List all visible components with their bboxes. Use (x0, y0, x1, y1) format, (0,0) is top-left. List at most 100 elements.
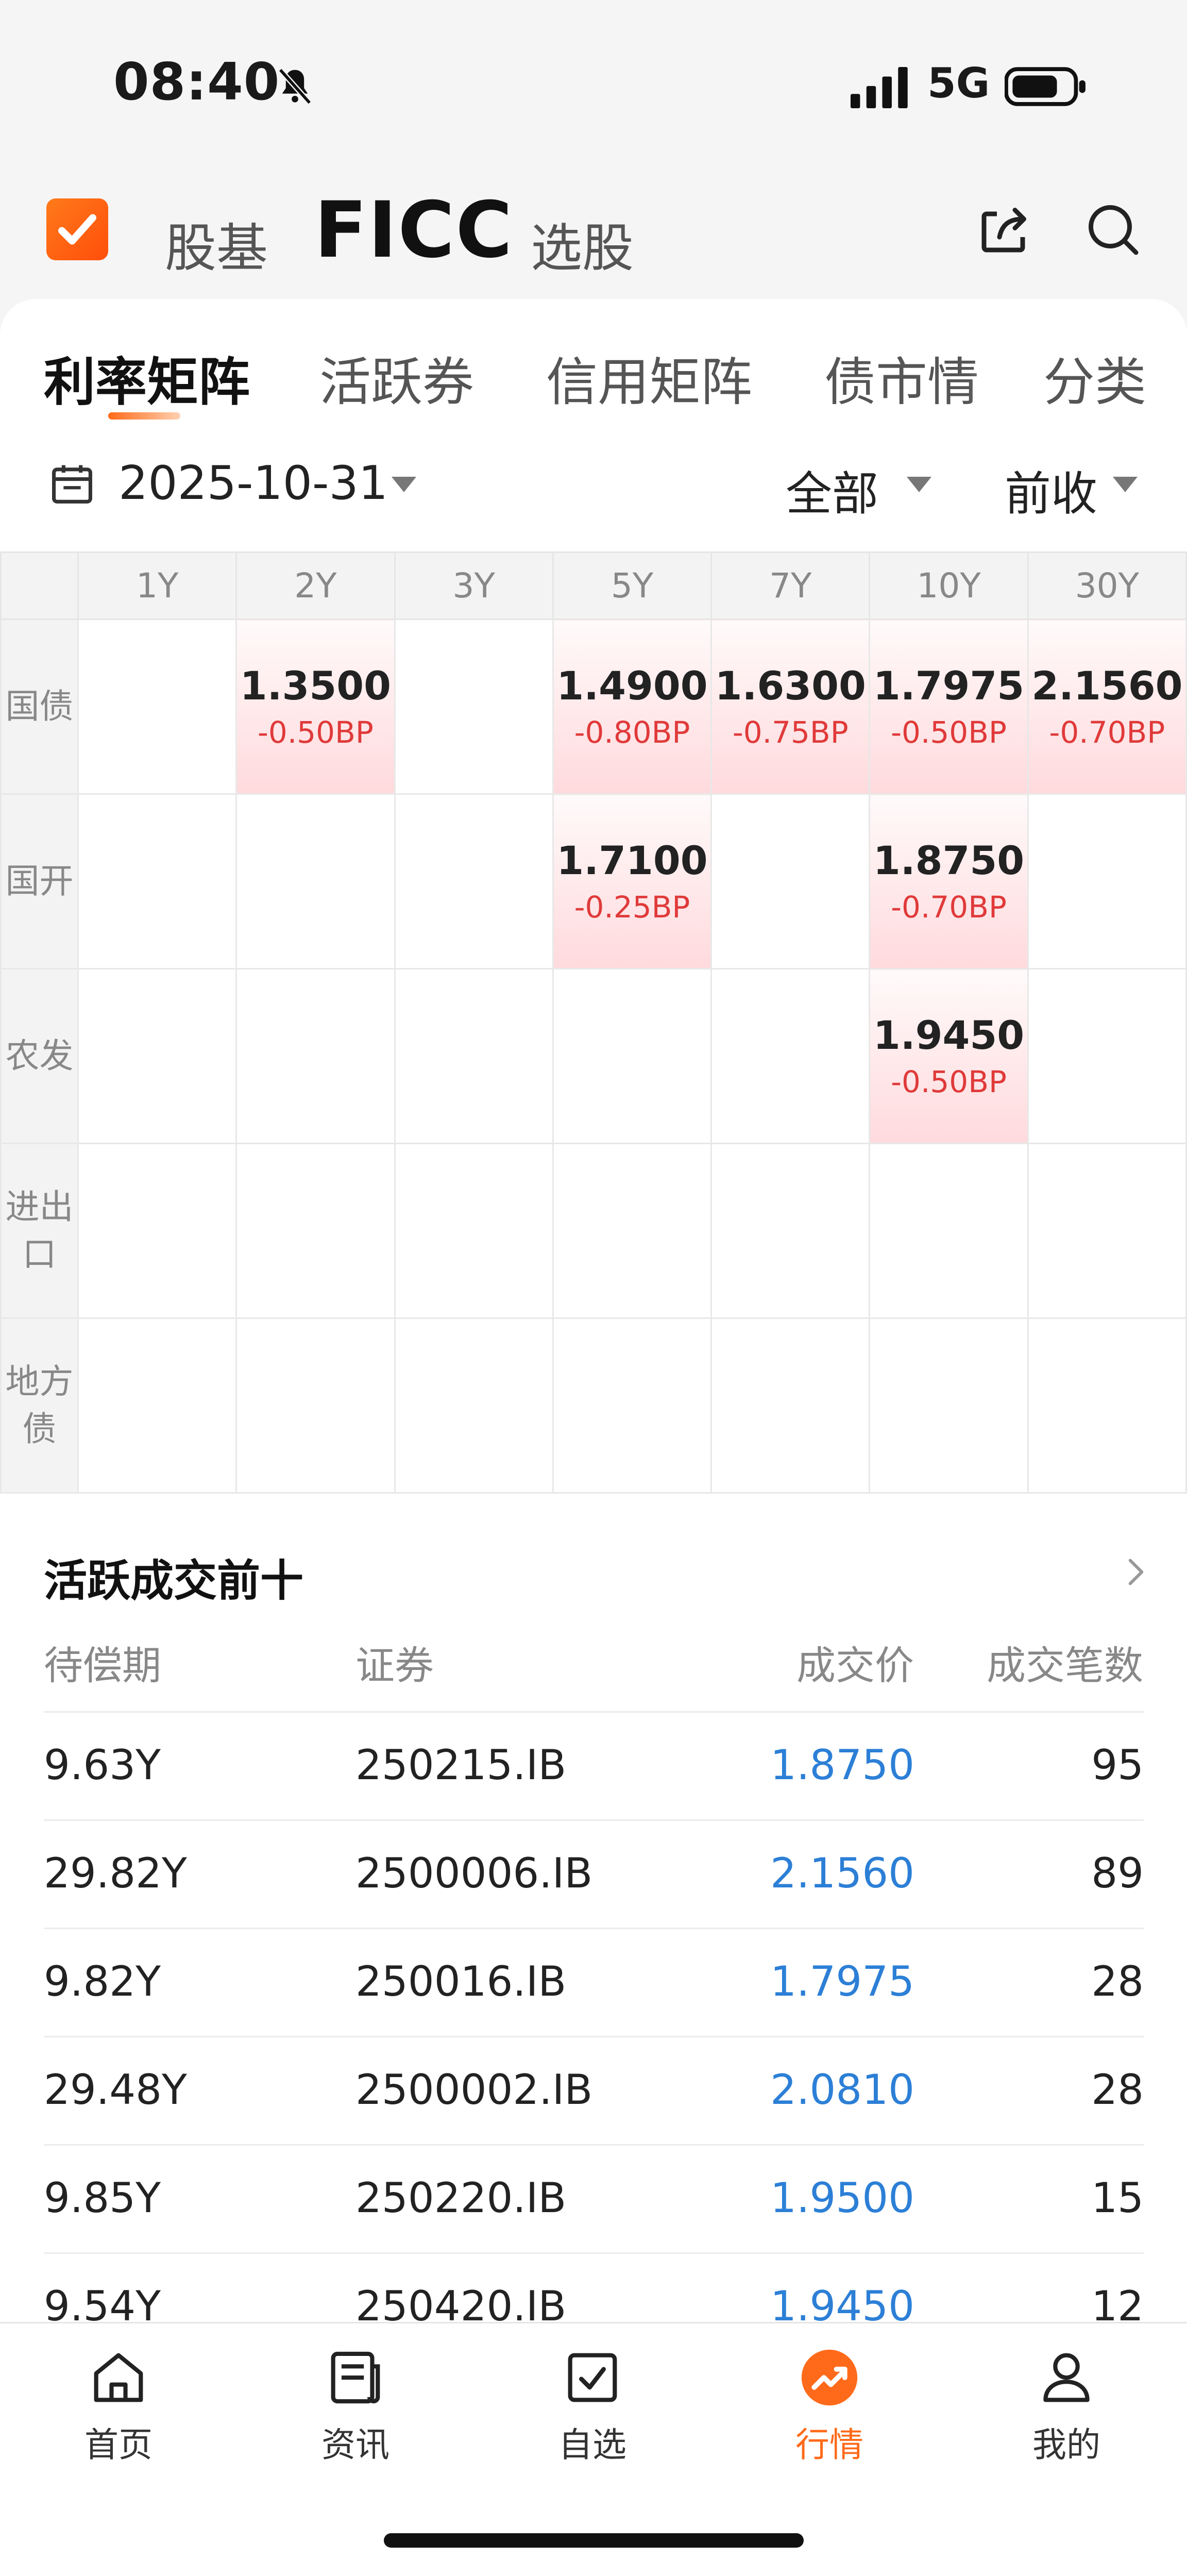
app-logo[interactable] (46, 198, 108, 260)
header-tab-ficc[interactable]: FICC (314, 186, 513, 275)
tab-news[interactable]: 资讯 (278, 2344, 433, 2467)
yield-change: -0.80BP (574, 715, 690, 750)
matrix-cell-empty (1027, 1317, 1187, 1494)
trade-count: 28 (1091, 1958, 1144, 2005)
trade-maturity: 9.63Y (44, 1741, 161, 1789)
trade-price: 2.1560 (770, 1849, 914, 1897)
subtab-active-bonds[interactable]: 活跃券 (319, 340, 474, 415)
trade-row[interactable]: 9.63Y 250215.IB 1.8750 95 (44, 1711, 1144, 1821)
subtab-category[interactable]: 分类 (1043, 340, 1146, 415)
matrix-cell[interactable]: 1.6300 -0.75BP (710, 618, 871, 795)
date-dropdown-icon[interactable] (392, 477, 416, 492)
trade-count: 28 (1091, 2066, 1144, 2114)
status-bar: 08:40 5G (0, 0, 1187, 170)
yield-value: 1.4900 (556, 663, 708, 709)
status-time: 08:40 (113, 52, 280, 112)
trade-security: 2500002.IB (355, 2066, 593, 2114)
matrix-cell-empty (710, 793, 871, 969)
matrix-cell-empty (552, 1143, 713, 1319)
yield-value: 1.9450 (873, 1012, 1025, 1058)
matrix-row-label: 地方债 (0, 1317, 79, 1494)
subtab-bond-sentiment[interactable]: 债市情 (824, 340, 979, 415)
news-icon (331, 2351, 380, 2404)
matrix-col-2y: 2Y (235, 551, 396, 620)
matrix-cell[interactable]: 2.1560 -0.70BP (1027, 618, 1187, 795)
trade-security: 250220.IB (355, 2174, 567, 2222)
trade-security: 250016.IB (355, 1958, 567, 2005)
matrix-row: 农发 1.9450 -0.50BP (0, 968, 1187, 1144)
matrix-cell-empty (235, 968, 396, 1144)
header-tab-stocks[interactable]: 股基 (165, 206, 268, 281)
matrix-cell-empty (1027, 793, 1187, 969)
price-basis-dropdown-icon[interactable] (1113, 477, 1138, 492)
subtab-rate-matrix[interactable]: 利率矩阵 (44, 340, 250, 415)
yield-value: 1.7975 (873, 663, 1025, 709)
matrix-cell[interactable]: 1.4900 -0.80BP (552, 618, 713, 795)
subtab-credit-matrix[interactable]: 信用矩阵 (546, 340, 752, 415)
tab-watchlist[interactable]: 自选 (515, 2344, 670, 2467)
matrix-cell-empty (77, 793, 238, 969)
header-count: 成交笔数 (987, 1643, 1143, 1688)
matrix-cell-empty (394, 1143, 554, 1319)
signal-icon (850, 67, 908, 108)
tab-watchlist-label: 自选 (558, 2425, 626, 2465)
tab-profile[interactable]: 我的 (989, 2344, 1144, 2467)
yield-change: -0.50BP (258, 715, 374, 750)
trade-maturity: 29.48Y (44, 2066, 187, 2114)
yield-change: -0.70BP (891, 890, 1007, 925)
matrix-cell-empty (77, 968, 238, 1144)
trade-price: 1.8750 (770, 1741, 914, 1789)
header-price: 成交价 (796, 1643, 914, 1688)
matrix-cell-empty (394, 618, 554, 795)
matrix-col-7y: 7Y (710, 551, 871, 620)
matrix-cell-empty (235, 1317, 396, 1494)
matrix-col-30y: 30Y (1027, 551, 1187, 620)
matrix-cell[interactable]: 1.8750 -0.70BP (869, 793, 1029, 969)
scope-dropdown-icon[interactable] (907, 477, 931, 492)
matrix-cell-empty (552, 1317, 713, 1494)
rate-matrix-table: 1Y 2Y 3Y 5Y 7Y 10Y 30Y 国债 1.3500 -0.50BP 1.… (0, 551, 1187, 1494)
matrix-corner (0, 551, 79, 620)
chevron-right-icon[interactable] (1123, 1557, 1149, 1587)
matrix-cell[interactable]: 1.7100 -0.25BP (552, 793, 713, 969)
matrix-row-label: 农发 (0, 968, 79, 1144)
matrix-cell-empty (394, 793, 554, 969)
trade-row[interactable]: 9.82Y 250016.IB 1.7975 28 (44, 1928, 1144, 2037)
matrix-cell[interactable]: 1.9450 -0.50BP (869, 968, 1029, 1144)
home-indicator (384, 2533, 804, 2548)
price-basis-filter[interactable]: 前收 (1005, 456, 1097, 523)
matrix-cell-empty (710, 1317, 871, 1494)
tab-home[interactable]: 首页 (41, 2344, 196, 2467)
trade-row[interactable]: 29.82Y 2500006.IB 2.1560 89 (44, 1819, 1144, 1929)
yield-change: -0.75BP (732, 715, 849, 750)
matrix-cell-empty (394, 1317, 554, 1494)
matrix-cell[interactable]: 1.3500 -0.50BP (235, 618, 396, 795)
check-icon (58, 214, 96, 245)
market-icon (801, 2349, 858, 2406)
matrix-cell-empty (869, 1317, 1029, 1494)
matrix-row: 地方债 (0, 1317, 1187, 1494)
matrix-row: 进出口 (0, 1143, 1187, 1319)
matrix-cell-empty (1027, 968, 1187, 1144)
calendar-icon[interactable] (46, 459, 98, 510)
matrix-cell[interactable]: 1.7975 -0.50BP (869, 618, 1029, 795)
trade-security: 2500006.IB (355, 1849, 593, 1897)
trade-price: 1.7975 (770, 1958, 914, 2005)
matrix-cell-empty (235, 1143, 396, 1319)
share-icon[interactable] (974, 198, 1036, 260)
search-icon[interactable] (1082, 198, 1144, 260)
subtab-fade (969, 371, 1036, 454)
trade-row[interactable]: 9.85Y 250220.IB 1.9500 15 (44, 2144, 1144, 2254)
tab-news-label: 资讯 (321, 2425, 389, 2465)
app-header: 股基 FICC 选股 (0, 170, 1187, 299)
matrix-col-10y: 10Y (869, 551, 1029, 620)
matrix-row-label: 国开 (0, 793, 79, 969)
scope-filter[interactable]: 全部 (786, 456, 878, 523)
tab-market[interactable]: 行情 (752, 2344, 907, 2467)
header-security: 证券 (355, 1643, 434, 1688)
header-tab-screener[interactable]: 选股 (531, 206, 634, 281)
date-selector[interactable]: 2025-10-31 (118, 456, 388, 510)
trade-row[interactable]: 29.48Y 2500002.IB 2.0810 28 (44, 2036, 1144, 2146)
yield-change: -0.50BP (891, 715, 1007, 750)
rate-panel: 利率矩阵 活跃券 信用矩阵 债市情 分类 2025-10-31 全部 前收 1Y… (0, 299, 1187, 1515)
